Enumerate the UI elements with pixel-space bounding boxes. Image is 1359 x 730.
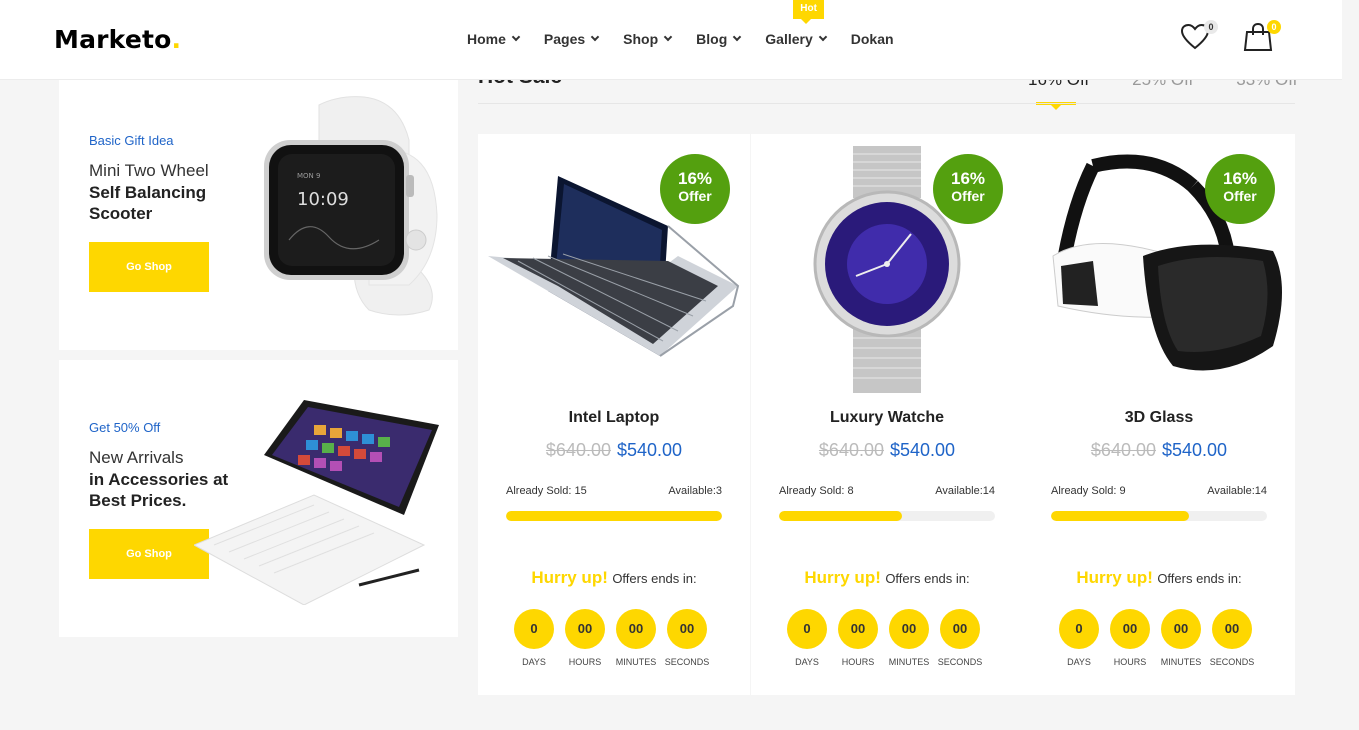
product-card[interactable]: 16% Offer Intel Laptop $640.00 $540.00 Al… xyxy=(478,134,750,695)
offer-badge: 16% Offer xyxy=(933,154,1003,224)
offer-badge: 16% Offer xyxy=(660,154,730,224)
countdown-hours: 00 HOURS xyxy=(1110,609,1150,667)
promo-card-accessories: Get 50% Off New Arrivals in Accessories … xyxy=(59,360,458,637)
countdown-days: 0 DAYS xyxy=(514,609,554,667)
chevron-down-icon xyxy=(590,32,600,42)
nav-shop[interactable]: Shop xyxy=(623,31,673,47)
site-logo[interactable]: Marketo. xyxy=(54,25,181,54)
sold-count: Already Sold: 8 xyxy=(779,485,854,497)
countdown: 0 DAYS 00 HOURS 00 MINUTES 00 SECONDS xyxy=(1059,609,1263,667)
smartwatch-image: MON 9 10:09 xyxy=(264,96,438,316)
product-name[interactable]: 3D Glass xyxy=(1023,409,1295,427)
countdown: 0 DAYS 00 HOURS 00 MINUTES 00 SECONDS xyxy=(514,609,718,667)
countdown-days: 0 DAYS xyxy=(1059,609,1099,667)
go-shop-button[interactable]: Go Shop xyxy=(89,242,209,292)
section-divider xyxy=(478,103,1295,104)
countdown-hours: 00 HOURS xyxy=(565,609,605,667)
main-nav: Home Pages Shop Blog Hot Gallery Dokan xyxy=(467,0,919,47)
nav-home[interactable]: Home xyxy=(467,31,521,47)
product-name[interactable]: Intel Laptop xyxy=(478,409,750,427)
product-name[interactable]: Luxury Watche xyxy=(751,409,1023,427)
available-count: Available:3 xyxy=(668,485,722,497)
tablet-keyboard-image xyxy=(194,400,439,605)
countdown: 0 DAYS 00 HOURS 00 MINUTES 00 SECONDS xyxy=(787,609,991,667)
site-header: Marketo. Home Pages Shop Blog Hot Galler… xyxy=(0,0,1342,80)
countdown-days: 0 DAYS xyxy=(787,609,827,667)
watch-date: MON 9 xyxy=(297,172,320,180)
countdown-seconds: 00 SECONDS xyxy=(938,609,982,667)
sold-count: Already Sold: 15 xyxy=(506,485,587,497)
sold-progress-bar xyxy=(1051,511,1267,521)
promo-tag: Get 50% Off xyxy=(89,420,161,435)
offer-badge: 16% Offer xyxy=(1205,154,1275,224)
countdown-minutes: 00 MINUTES xyxy=(889,609,929,667)
wishlist-count: 0 xyxy=(1204,20,1218,34)
nav-gallery[interactable]: Hot Gallery xyxy=(765,0,827,47)
hurry-text: Hurry up! Offers ends in: xyxy=(1076,568,1242,587)
go-shop-button[interactable]: Go Shop xyxy=(89,529,209,579)
cart-count: 0 xyxy=(1267,20,1281,34)
chevron-down-icon xyxy=(511,32,521,42)
chevron-down-icon xyxy=(818,32,827,42)
watch-time: 10:09 xyxy=(297,189,349,210)
product-prices: $640.00 $540.00 xyxy=(1023,440,1295,461)
wishlist-button[interactable]: 0 xyxy=(1180,20,1218,54)
sold-progress-bar xyxy=(779,511,995,521)
old-price: $640.00 xyxy=(545,440,611,460)
nav-blog[interactable]: Blog xyxy=(696,31,742,47)
cart-button[interactable]: 0 xyxy=(1243,20,1281,54)
sale-price: $540.00 xyxy=(1162,440,1228,460)
promo-tag: Basic Gift Idea xyxy=(89,133,174,148)
countdown-minutes: 00 MINUTES xyxy=(1161,609,1201,667)
sale-price: $540.00 xyxy=(890,440,956,460)
countdown-seconds: 00 SECONDS xyxy=(1210,609,1254,667)
countdown-seconds: 00 SECONDS xyxy=(665,609,709,667)
promo-line1: Mini Two Wheel xyxy=(89,161,209,180)
product-card[interactable]: 16% Offer 3D Glass $640.00 $540.00 Alread… xyxy=(1023,134,1295,695)
product-prices: $640.00 $540.00 xyxy=(751,440,1023,461)
hurry-text: Hurry up! Offers ends in: xyxy=(531,568,697,587)
nav-dokan[interactable]: Dokan xyxy=(851,31,894,47)
old-price: $640.00 xyxy=(1090,440,1156,460)
promo-line2a: Self Balancing xyxy=(89,183,207,202)
countdown-hours: 00 HOURS xyxy=(838,609,878,667)
sale-price: $540.00 xyxy=(617,440,683,460)
chevron-down-icon xyxy=(663,32,673,42)
product-card[interactable]: 16% Offer Luxury Watche $640.00 $540.00 A… xyxy=(751,134,1023,695)
countdown-minutes: 00 MINUTES xyxy=(616,609,656,667)
chevron-down-icon xyxy=(733,32,742,42)
available-count: Available:14 xyxy=(1207,485,1267,497)
hot-badge: Hot xyxy=(793,0,824,24)
available-count: Available:14 xyxy=(935,485,995,497)
promo-line1: New Arrivals xyxy=(89,448,184,467)
product-prices: $640.00 $540.00 xyxy=(478,440,750,461)
promo-line2b: Best Prices. xyxy=(89,491,187,510)
old-price: $640.00 xyxy=(818,440,884,460)
promo-line2b: Scooter xyxy=(89,204,153,223)
promo-card-gift: Basic Gift Idea Mini Two Wheel Self Bala… xyxy=(59,80,458,350)
nav-pages[interactable]: Pages xyxy=(544,31,600,47)
sold-count: Already Sold: 9 xyxy=(1051,485,1126,497)
sold-progress-bar xyxy=(506,511,722,521)
hurry-text: Hurry up! Offers ends in: xyxy=(804,568,970,587)
